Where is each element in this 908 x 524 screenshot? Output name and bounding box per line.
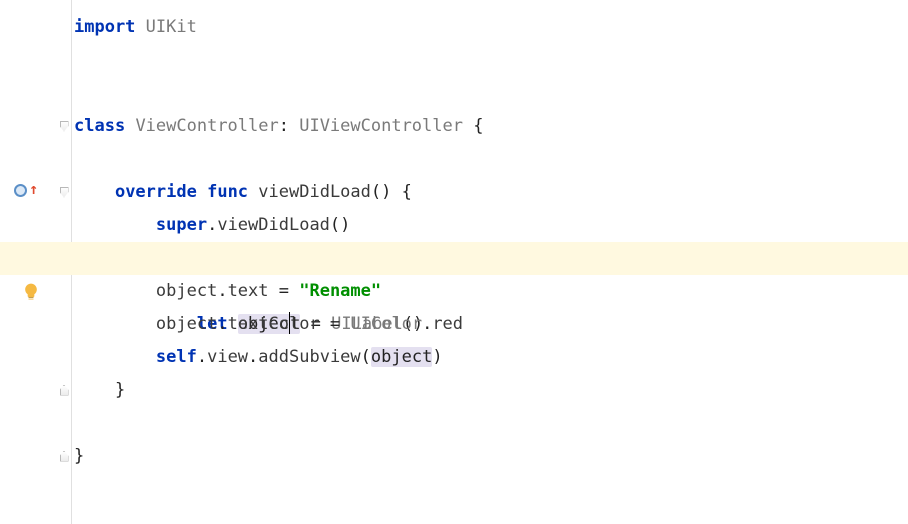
code-line[interactable]: }: [74, 440, 908, 473]
indent: [74, 380, 115, 400]
code-line[interactable]: self.view.addSubview(object): [74, 341, 908, 374]
punctuation: .: [207, 215, 217, 235]
whitespace: [125, 116, 135, 136]
punctuation: .: [197, 347, 207, 367]
identifier: viewDidLoad: [217, 215, 330, 235]
whitespace: [197, 182, 207, 202]
punctuation: {: [463, 116, 483, 136]
punctuation: :: [279, 116, 299, 136]
punctuation: }: [115, 380, 125, 400]
whitespace: [135, 17, 145, 37]
punctuation: .: [217, 314, 227, 334]
punctuation: ): [432, 347, 442, 367]
identifier: textColor: [228, 314, 320, 334]
keyword: class: [74, 116, 125, 136]
fold-open-icon[interactable]: [58, 120, 70, 132]
keyword: func: [207, 182, 248, 202]
fold-open-icon[interactable]: [58, 186, 70, 198]
identifier: object: [156, 281, 217, 301]
type-ref: ViewController: [135, 116, 278, 136]
code-line-highlighted[interactable]: let object = UILabel(): [0, 242, 908, 275]
type-ref: UIViewController: [299, 116, 463, 136]
fold-close-icon[interactable]: [58, 450, 70, 462]
code-line[interactable]: import UIKit: [74, 11, 908, 44]
indent: [74, 314, 156, 334]
code-editor[interactable]: import UIKit class ViewController: UIVie…: [72, 0, 908, 524]
fold-close-icon[interactable]: [58, 384, 70, 396]
code-line[interactable]: }: [74, 374, 908, 407]
override-marker-icon[interactable]: ↑: [14, 183, 38, 198]
keyword: super: [156, 215, 207, 235]
code-line[interactable]: override func viewDidLoad() {: [74, 176, 908, 209]
indent: [74, 182, 115, 202]
punctuation: =: [320, 314, 351, 334]
code-line[interactable]: [74, 407, 908, 440]
identifier: addSubview: [258, 347, 360, 367]
identifier: view: [207, 347, 248, 367]
code-line[interactable]: object.textColor = UIColor.red: [74, 308, 908, 341]
type-ref: UIKit: [146, 17, 197, 37]
identifier: viewDidLoad: [258, 182, 371, 202]
code-line[interactable]: super.viewDidLoad(): [74, 209, 908, 242]
code-line[interactable]: class ViewController: UIViewController {: [74, 110, 908, 143]
string-literal: "Rename": [299, 281, 381, 301]
code-line[interactable]: [74, 473, 908, 506]
keyword: self: [156, 347, 197, 367]
keyword: override: [115, 182, 197, 202]
punctuation: .: [217, 281, 227, 301]
indent: [74, 347, 156, 367]
indent: [74, 281, 156, 301]
punctuation: }: [74, 446, 84, 466]
punctuation: (): [330, 215, 350, 235]
identifier-highlighted: object: [371, 347, 432, 367]
code-line[interactable]: [74, 44, 908, 77]
whitespace: [248, 182, 258, 202]
lightbulb-icon[interactable]: [0, 247, 41, 346]
keyword: import: [74, 17, 135, 37]
identifier: text: [228, 281, 269, 301]
type-ref: UIColor: [350, 314, 422, 334]
punctuation: .: [422, 314, 432, 334]
punctuation: =: [269, 281, 300, 301]
indent: [74, 215, 156, 235]
code-line[interactable]: [74, 143, 908, 176]
code-line[interactable]: [74, 77, 908, 110]
punctuation: (: [361, 347, 371, 367]
identifier: object: [156, 314, 217, 334]
identifier: red: [432, 314, 463, 334]
code-line[interactable]: object.text = "Rename": [74, 275, 908, 308]
punctuation: .: [248, 347, 258, 367]
punctuation: () {: [371, 182, 412, 202]
